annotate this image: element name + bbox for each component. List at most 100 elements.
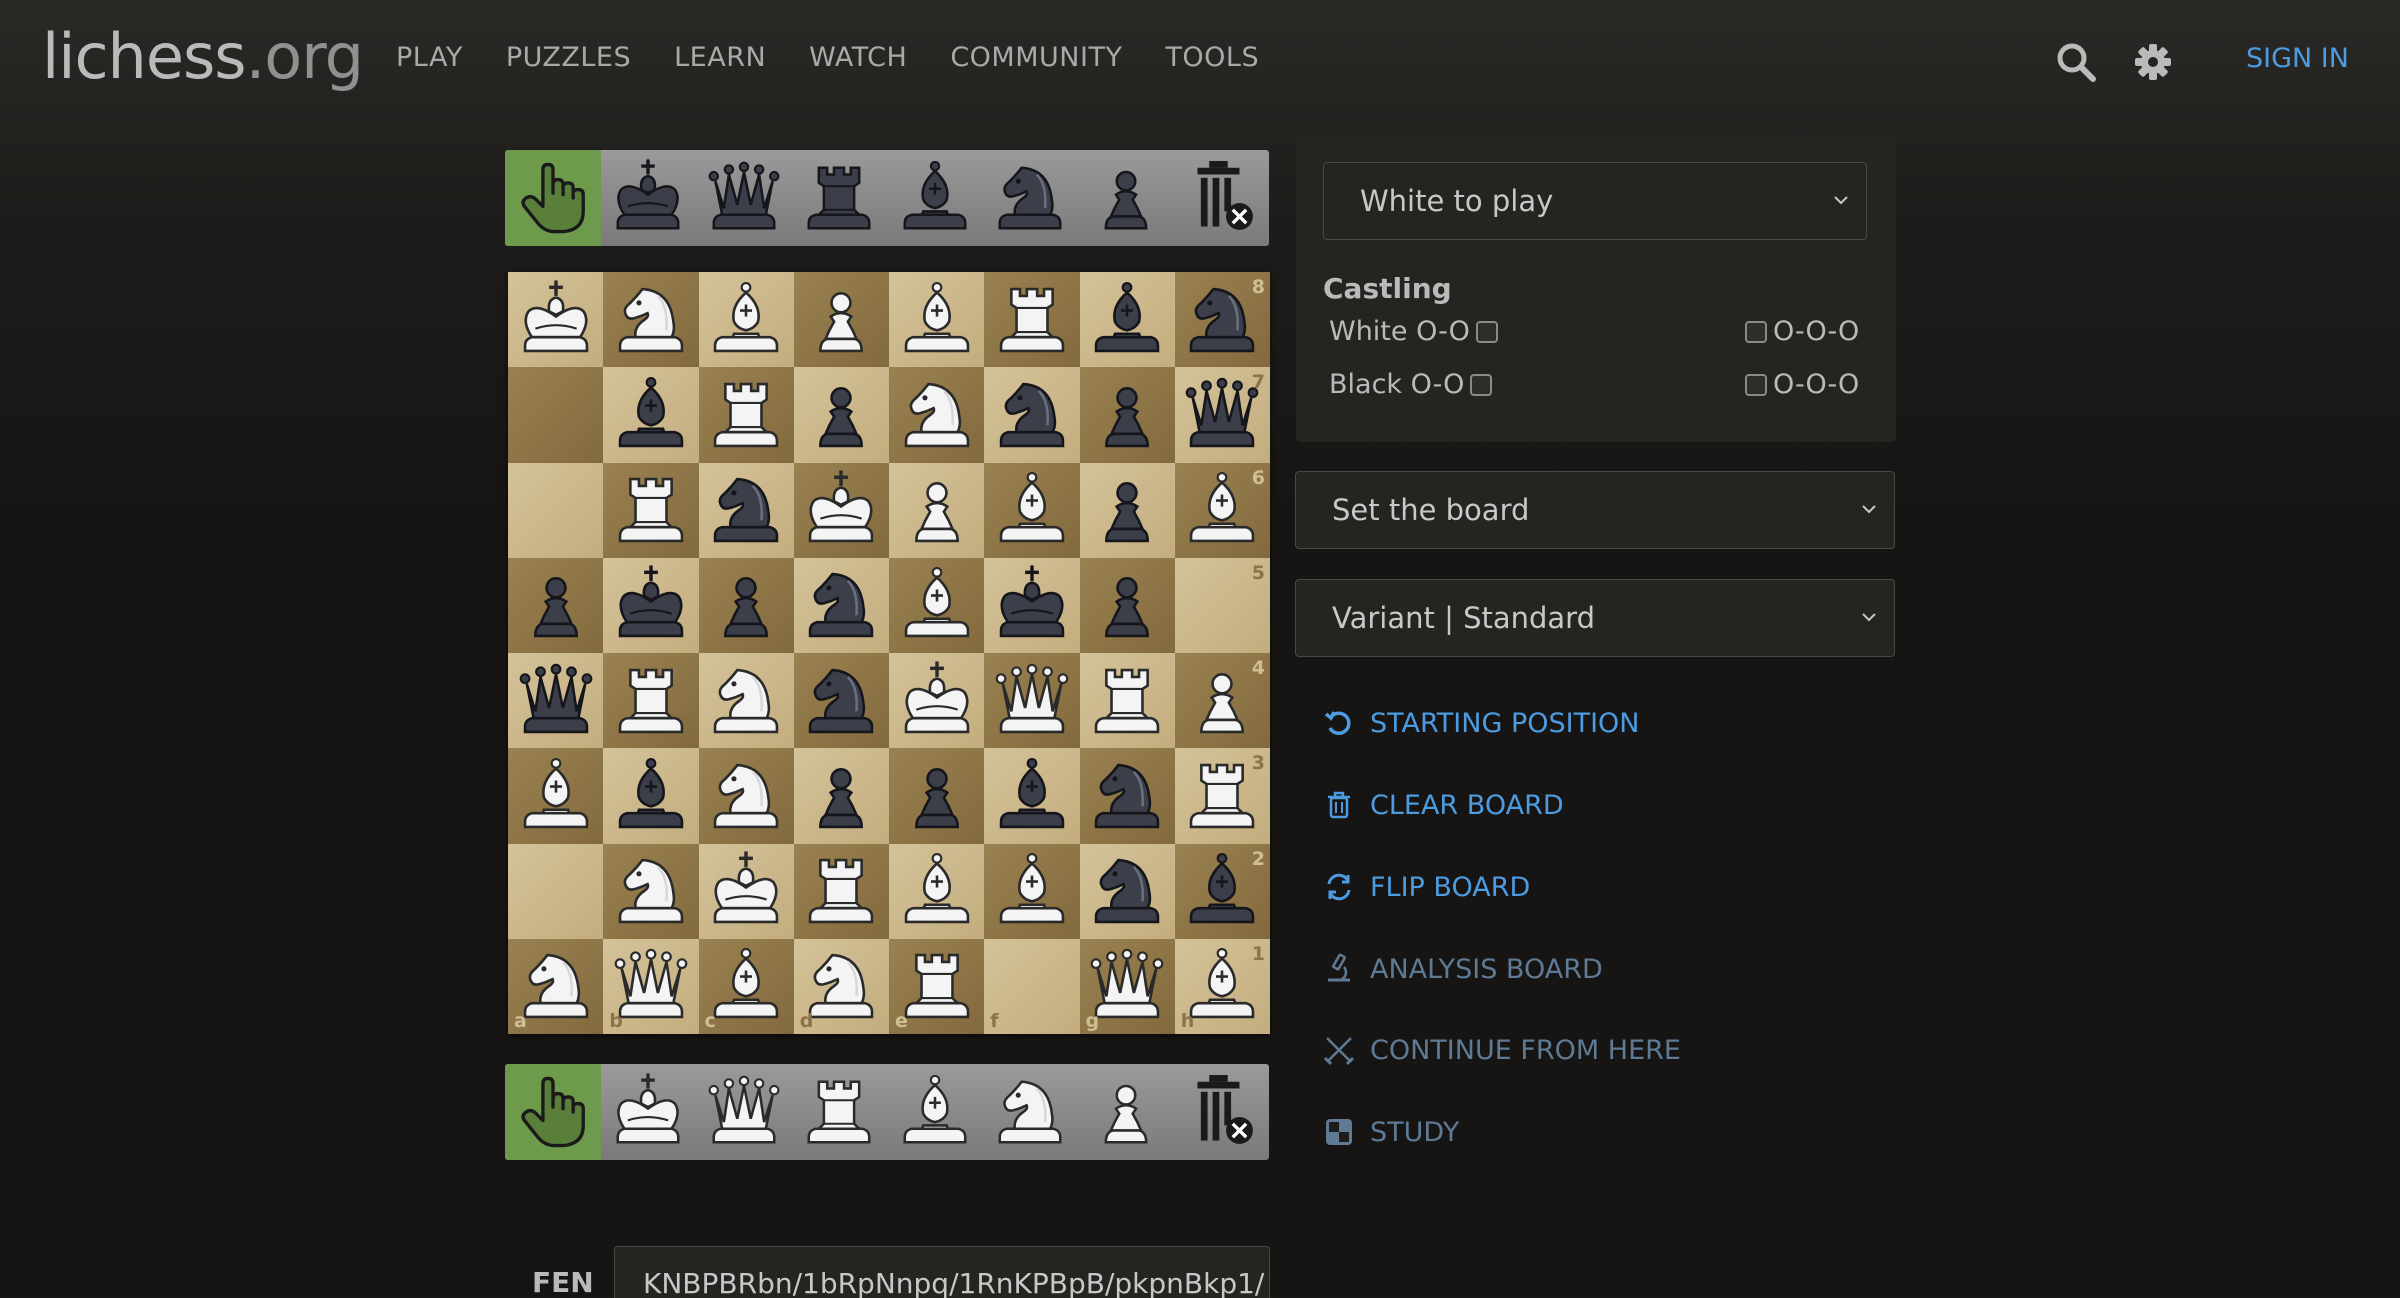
bank-white-knight[interactable] — [983, 1064, 1079, 1160]
white-ooo-checkbox[interactable] — [1745, 320, 1767, 343]
square-d5[interactable] — [793, 557, 889, 653]
square-b5[interactable] — [603, 557, 699, 653]
trash-tool[interactable] — [1174, 1064, 1270, 1160]
square-b7[interactable] — [603, 367, 699, 463]
square-d8[interactable] — [793, 272, 889, 368]
nav-learn[interactable]: LEARN — [674, 42, 766, 73]
continue-from-here-link[interactable]: CONTINUE FROM HERE — [1322, 1033, 1681, 1067]
pointer-tool[interactable] — [505, 1064, 601, 1160]
square-g4[interactable] — [1079, 653, 1175, 749]
square-h6[interactable]: 6 — [1174, 462, 1270, 558]
bank-black-pawn[interactable] — [1078, 150, 1174, 246]
square-d3[interactable] — [793, 748, 889, 844]
square-b3[interactable] — [603, 748, 699, 844]
square-a6[interactable] — [508, 462, 604, 558]
black-oo-checkbox[interactable] — [1470, 373, 1493, 396]
square-a3[interactable] — [508, 748, 604, 844]
square-f8[interactable] — [984, 272, 1080, 368]
square-h5[interactable]: 5 — [1174, 557, 1270, 653]
square-f3[interactable] — [984, 748, 1080, 844]
starting-position-link[interactable]: STARTING POSITION — [1322, 706, 1640, 740]
fen-input[interactable]: KNBPBRbn/1bRpNnpq/1RnKPBpB/pkpnBkp1/ — [614, 1246, 1270, 1298]
flip-board-link[interactable]: FLIP BOARD — [1322, 870, 1530, 904]
editor-board[interactable]: 8 7 6 5 4 3 2 a b c d e f g 1 h — [508, 272, 1270, 1034]
square-b1[interactable]: b — [603, 938, 699, 1034]
bank-white-bishop[interactable] — [887, 1064, 983, 1160]
square-a1[interactable]: a — [508, 938, 604, 1034]
bank-black-knight[interactable] — [983, 150, 1079, 246]
bank-black-bishop[interactable] — [887, 150, 983, 246]
square-e8[interactable] — [889, 272, 985, 368]
bank-black-rook[interactable] — [792, 150, 888, 246]
square-e4[interactable] — [889, 653, 985, 749]
square-g5[interactable] — [1079, 557, 1175, 653]
bank-black-queen[interactable] — [696, 150, 792, 246]
square-b8[interactable] — [603, 272, 699, 368]
square-g6[interactable] — [1079, 462, 1175, 558]
bank-white-pawn[interactable] — [1078, 1064, 1174, 1160]
square-c6[interactable] — [698, 462, 794, 558]
square-b2[interactable] — [603, 843, 699, 939]
square-g8[interactable] — [1079, 272, 1175, 368]
square-c2[interactable] — [698, 843, 794, 939]
square-a2[interactable] — [508, 843, 604, 939]
black-ooo-checkbox[interactable] — [1745, 373, 1767, 396]
square-d4[interactable] — [793, 653, 889, 749]
square-g2[interactable] — [1079, 843, 1175, 939]
square-c5[interactable] — [698, 557, 794, 653]
square-b4[interactable] — [603, 653, 699, 749]
square-c1[interactable]: c — [698, 938, 794, 1034]
square-f5[interactable] — [984, 557, 1080, 653]
turn-select[interactable]: White to play — [1323, 162, 1867, 240]
square-d6[interactable] — [793, 462, 889, 558]
study-link[interactable]: STUDY — [1322, 1115, 1459, 1149]
square-c7[interactable] — [698, 367, 794, 463]
square-h4[interactable]: 4 — [1174, 653, 1270, 749]
square-e1[interactable]: e — [889, 938, 985, 1034]
bank-white-rook[interactable] — [792, 1064, 888, 1160]
nav-community[interactable]: COMMUNITY — [950, 42, 1122, 73]
square-f7[interactable] — [984, 367, 1080, 463]
square-e6[interactable] — [889, 462, 985, 558]
site-logo[interactable]: lichess.org — [42, 20, 364, 93]
set-board-select[interactable]: Set the board — [1295, 471, 1895, 549]
bank-white-queen[interactable] — [696, 1064, 792, 1160]
pointer-tool[interactable] — [505, 150, 601, 246]
nav-play[interactable]: PLAY — [396, 42, 463, 73]
square-h3[interactable]: 3 — [1174, 748, 1270, 844]
square-g7[interactable] — [1079, 367, 1175, 463]
square-f4[interactable] — [984, 653, 1080, 749]
square-e5[interactable] — [889, 557, 985, 653]
square-e2[interactable] — [889, 843, 985, 939]
gear-icon[interactable] — [2131, 40, 2175, 84]
bank-white-king[interactable] — [601, 1064, 697, 1160]
trash-tool[interactable] — [1174, 150, 1270, 246]
square-e3[interactable] — [889, 748, 985, 844]
variant-select[interactable]: Variant | Standard — [1295, 579, 1895, 657]
square-c4[interactable] — [698, 653, 794, 749]
square-e7[interactable] — [889, 367, 985, 463]
square-c8[interactable] — [698, 272, 794, 368]
square-d1[interactable]: d — [793, 938, 889, 1034]
square-d7[interactable] — [793, 367, 889, 463]
nav-puzzles[interactable]: PUZZLES — [506, 42, 631, 73]
square-a5[interactable] — [508, 557, 604, 653]
white-oo-checkbox[interactable] — [1475, 320, 1498, 343]
nav-tools[interactable]: TOOLS — [1165, 42, 1259, 73]
square-c3[interactable] — [698, 748, 794, 844]
square-b6[interactable] — [603, 462, 699, 558]
sign-in-link[interactable]: SIGN IN — [2246, 43, 2349, 74]
square-h7[interactable]: 7 — [1174, 367, 1270, 463]
square-h8[interactable]: 8 — [1174, 272, 1270, 368]
square-f1[interactable]: f — [984, 938, 1080, 1034]
square-g1[interactable]: g — [1079, 938, 1175, 1034]
square-a4[interactable] — [508, 653, 604, 749]
square-f6[interactable] — [984, 462, 1080, 558]
square-h2[interactable]: 2 — [1174, 843, 1270, 939]
search-icon[interactable] — [2054, 40, 2098, 84]
square-h1[interactable]: 1h — [1174, 938, 1270, 1034]
clear-board-link[interactable]: CLEAR BOARD — [1322, 788, 1564, 822]
analysis-board-link[interactable]: ANALYSIS BOARD — [1322, 952, 1603, 986]
square-f2[interactable] — [984, 843, 1080, 939]
square-a7[interactable] — [508, 367, 604, 463]
